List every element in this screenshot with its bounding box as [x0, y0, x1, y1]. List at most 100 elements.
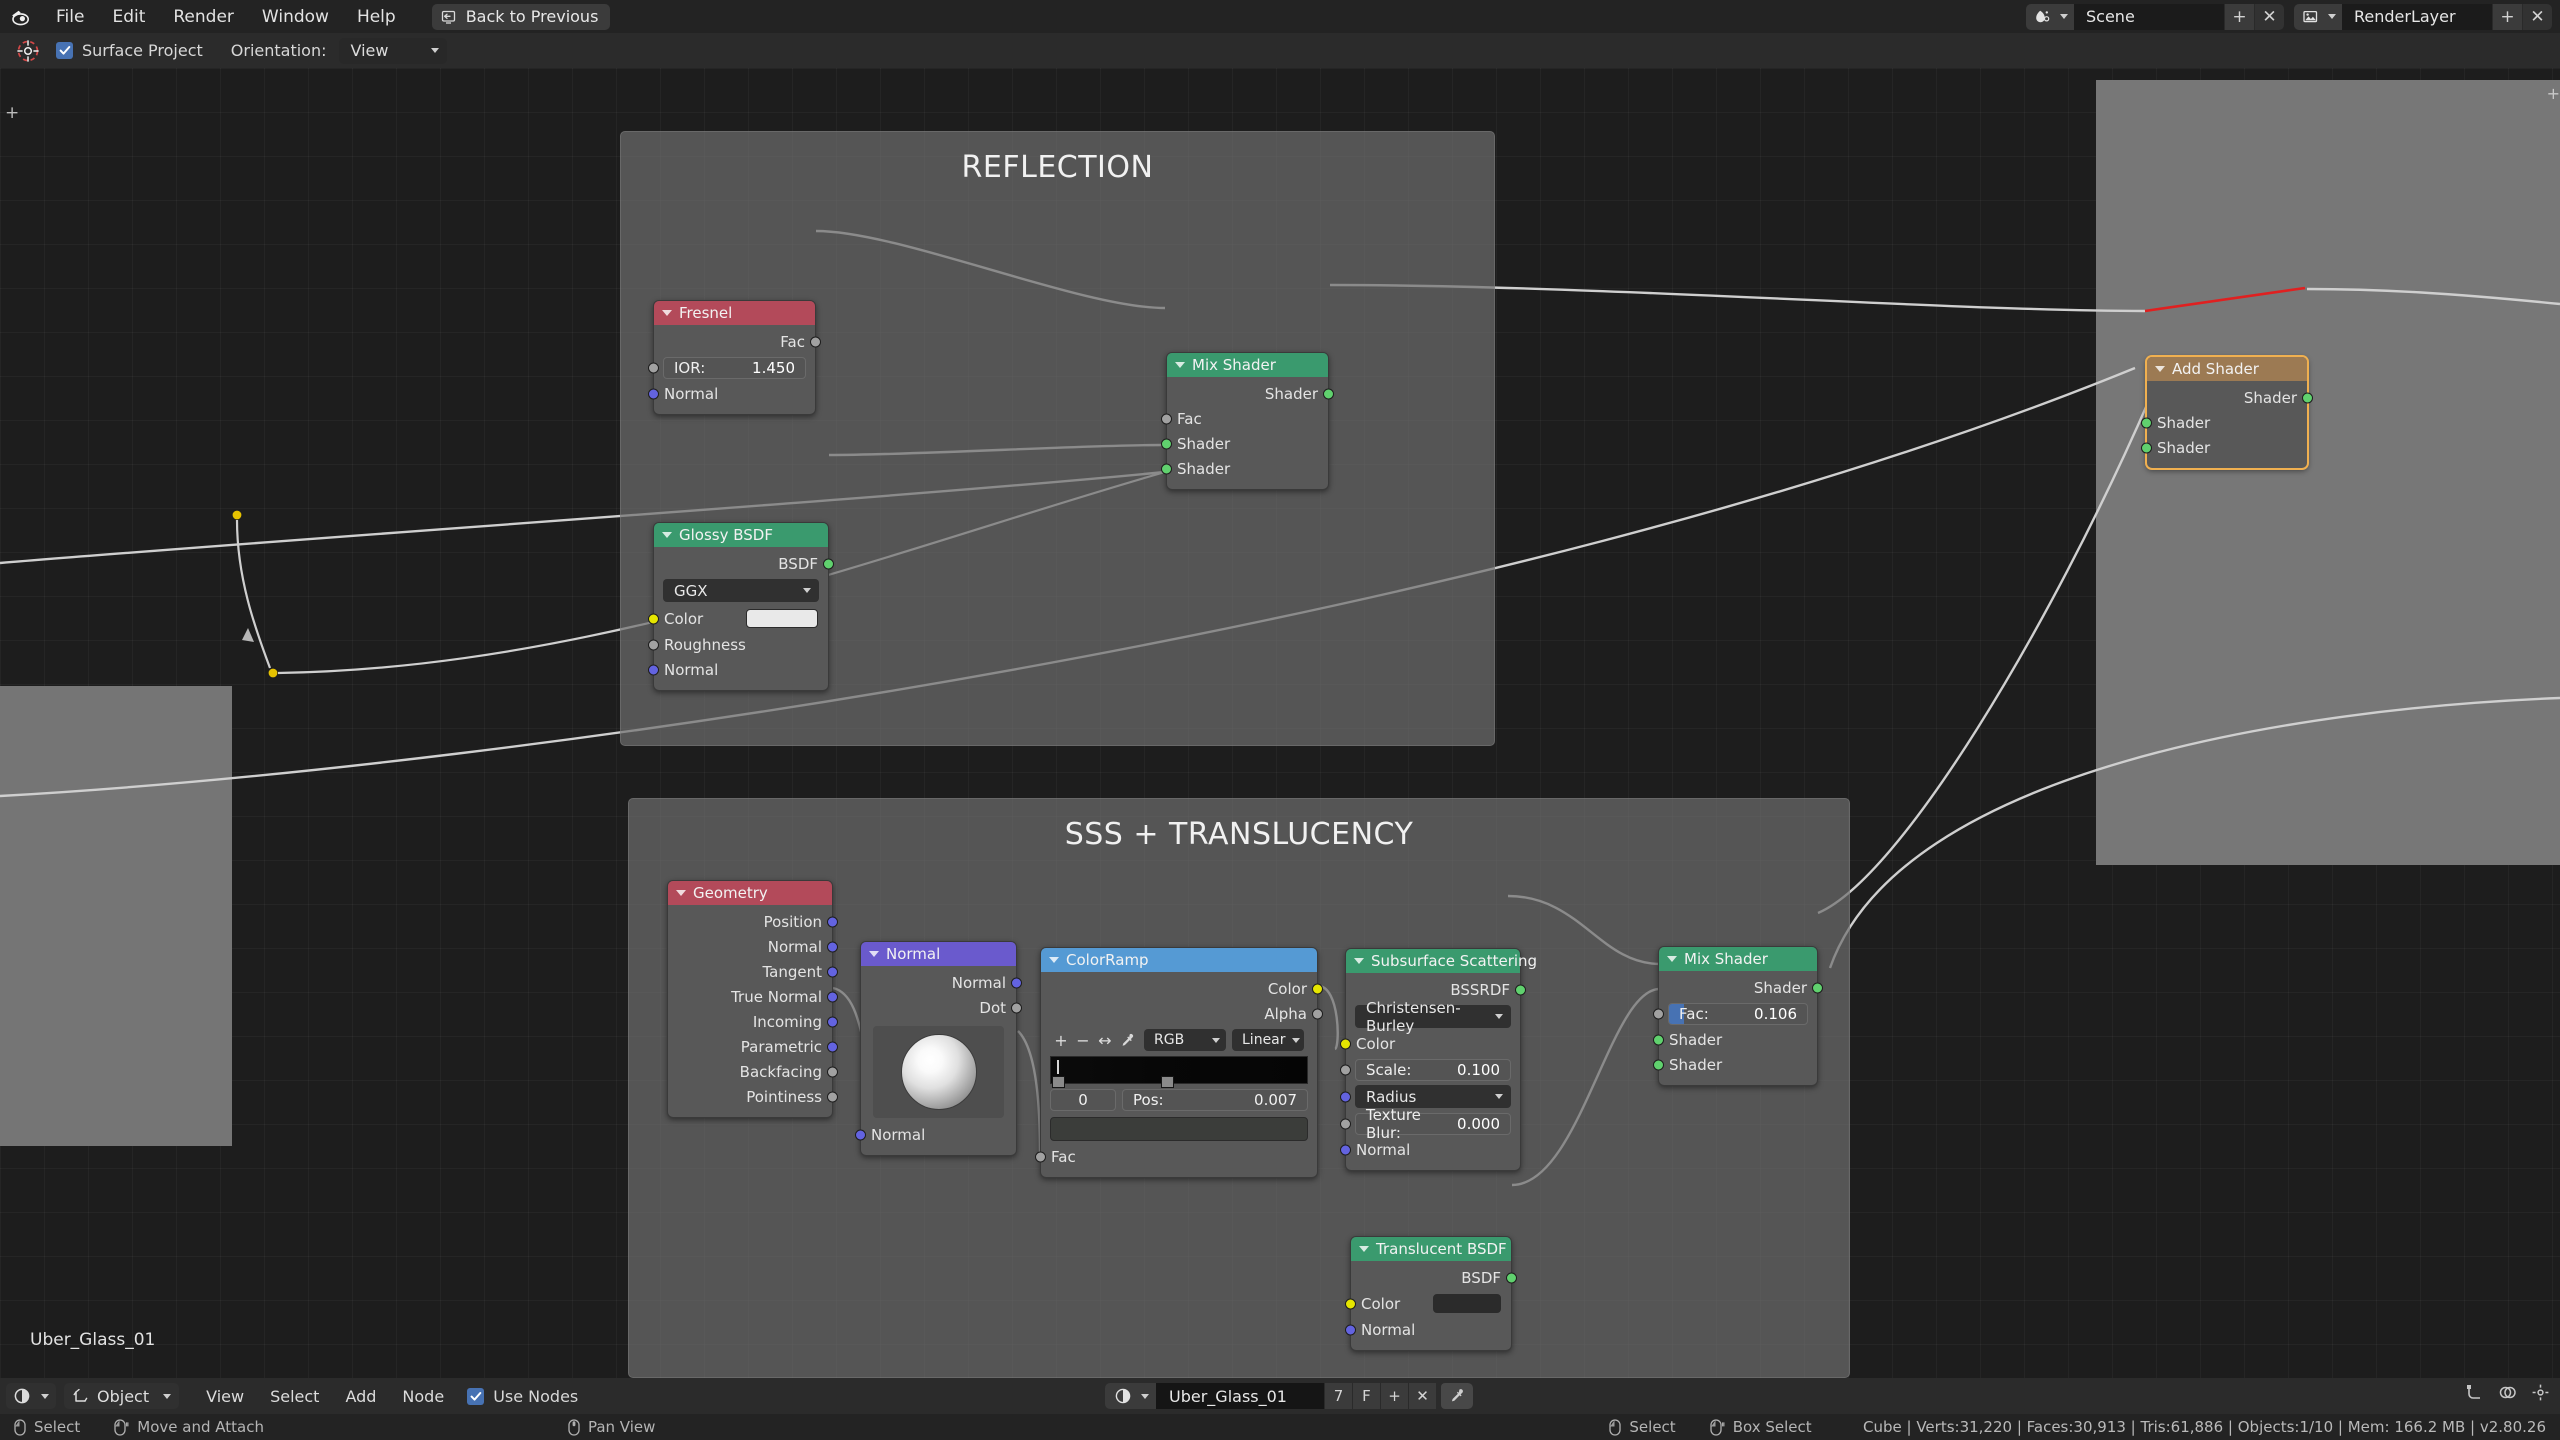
- scene-selector[interactable]: Scene + ✕: [2026, 3, 2284, 30]
- output-shader[interactable]: Shader: [2147, 385, 2313, 410]
- node-glossy-bsdf[interactable]: Glossy BSDF BSDF GGX Color Roughness Nor…: [648, 522, 834, 691]
- socket-in-normal[interactable]: [648, 388, 659, 399]
- translucent-color-swatch[interactable]: [1433, 1294, 1501, 1313]
- collapse-triangle-icon[interactable]: [1667, 956, 1677, 962]
- colorramp-index-field[interactable]: 0: [1050, 1089, 1116, 1111]
- socket-out-parametric[interactable]: [827, 1041, 838, 1052]
- colorramp-pos-field[interactable]: Pos: 0.007: [1122, 1089, 1308, 1111]
- node-normal-header[interactable]: Normal: [861, 942, 1016, 966]
- socket-in-texture-blur[interactable]: [1340, 1118, 1351, 1129]
- node-normal[interactable]: Normal Normal Dot Normal: [855, 941, 1022, 1156]
- input-shader-1[interactable]: Shader: [1653, 1027, 1817, 1052]
- colorramp-mode-dropdown[interactable]: RGB: [1144, 1029, 1226, 1051]
- input-shader-1[interactable]: Shader: [2141, 410, 2307, 435]
- editor-type-dropdown[interactable]: [6, 1383, 56, 1409]
- socket-in-roughness[interactable]: [648, 639, 659, 650]
- menu-window[interactable]: Window: [248, 0, 343, 33]
- socket-in-normal[interactable]: [648, 664, 659, 675]
- socket-in-shader-2[interactable]: [2141, 442, 2152, 453]
- sss-scale-field[interactable]: Scale: 0.100: [1355, 1058, 1511, 1081]
- menu-help[interactable]: Help: [343, 0, 410, 33]
- material-name[interactable]: Uber_Glass_01: [1156, 1383, 1324, 1409]
- collapse-triangle-icon[interactable]: [662, 532, 672, 538]
- mix-bottom-fac-slider[interactable]: Fac: 0.106: [1668, 1002, 1808, 1025]
- editor-menu-select[interactable]: Select: [257, 1387, 332, 1406]
- colorramp-stop-color-swatch[interactable]: [1050, 1117, 1308, 1141]
- socket-out-bsdf[interactable]: [823, 558, 834, 569]
- output-bsdf[interactable]: BSDF: [1351, 1265, 1517, 1290]
- socket-in-shader-1[interactable]: [1161, 438, 1172, 449]
- normal-sphere-icon[interactable]: [900, 1034, 977, 1110]
- sss-texture-blur-field[interactable]: Texture Blur: 0.000: [1355, 1106, 1511, 1142]
- socket-in-normal[interactable]: [855, 1129, 866, 1140]
- output-alpha[interactable]: Alpha: [1041, 1001, 1323, 1026]
- sss-texture-blur-row[interactable]: Texture Blur: 0.000: [1340, 1106, 1520, 1142]
- output-pointiness[interactable]: Pointiness: [668, 1084, 838, 1109]
- socket-in-color[interactable]: [1345, 1298, 1356, 1309]
- scene-name[interactable]: Scene: [2074, 3, 2224, 30]
- node-add-shader-header[interactable]: Add Shader: [2147, 357, 2307, 381]
- output-dot[interactable]: Dot: [861, 995, 1022, 1020]
- material-icon[interactable]: [1105, 1383, 1156, 1409]
- view-layer-add-button[interactable]: +: [2492, 3, 2522, 30]
- eyedropper-icon[interactable]: [1441, 1383, 1473, 1409]
- socket-out-fac[interactable]: [810, 336, 821, 347]
- back-to-previous-button[interactable]: Back to Previous: [431, 3, 611, 30]
- node-fresnel-ior-row[interactable]: IOR: 1.450: [648, 354, 815, 381]
- collapse-triangle-icon[interactable]: [662, 310, 672, 316]
- mix-bottom-fac-row[interactable]: Fac: 0.106: [1653, 1000, 1817, 1027]
- colorramp-interpolation-dropdown[interactable]: Linear: [1232, 1029, 1304, 1051]
- output-incoming[interactable]: Incoming: [668, 1009, 838, 1034]
- output-normal[interactable]: Normal: [861, 970, 1022, 995]
- output-parametric[interactable]: Parametric: [668, 1034, 838, 1059]
- node-colorramp[interactable]: ColorRamp Color Alpha + − ↔ RGB Linear 0…: [1035, 947, 1323, 1178]
- socket-out-bsdf[interactable]: [1506, 1272, 1517, 1283]
- overlay-icon[interactable]: [2498, 1383, 2517, 1402]
- add-stop-icon[interactable]: +: [1050, 1029, 1072, 1051]
- stop-handle[interactable]: [1052, 1076, 1065, 1088]
- input-color[interactable]: Color: [1340, 1031, 1520, 1056]
- input-shader-2[interactable]: Shader: [2141, 435, 2307, 460]
- output-shader[interactable]: Shader: [1659, 975, 1823, 1000]
- input-shader-2[interactable]: Shader: [1161, 456, 1328, 481]
- collapse-triangle-icon[interactable]: [1175, 362, 1185, 368]
- node-mix-shader-top[interactable]: Mix Shader Shader Fac Shader Shader: [1161, 352, 1334, 490]
- stop-handle[interactable]: [1161, 1076, 1174, 1088]
- snap-icon[interactable]: [2465, 1383, 2484, 1402]
- node-glossy-output-bsdf[interactable]: BSDF: [654, 551, 834, 576]
- socket-out-normal[interactable]: [827, 941, 838, 952]
- collapse-triangle-icon[interactable]: [1049, 957, 1059, 963]
- ior-field[interactable]: IOR: 1.450: [663, 356, 806, 379]
- socket-in-scale[interactable]: [1340, 1064, 1351, 1075]
- material-unlink-button[interactable]: ✕: [1408, 1383, 1436, 1409]
- input-shader-1[interactable]: Shader: [1161, 431, 1328, 456]
- socket-in-normal[interactable]: [1345, 1324, 1356, 1335]
- view-layer-name[interactable]: RenderLayer: [2342, 3, 2492, 30]
- editor-menu-node[interactable]: Node: [389, 1387, 457, 1406]
- menu-file[interactable]: File: [42, 0, 98, 33]
- socket-out-true-normal[interactable]: [827, 991, 838, 1002]
- scene-add-button[interactable]: +: [2224, 3, 2254, 30]
- editor-menu-add[interactable]: Add: [332, 1387, 389, 1406]
- socket-out-shader[interactable]: [2302, 392, 2313, 403]
- view-layer-selector[interactable]: RenderLayer + ✕: [2294, 3, 2552, 30]
- socket-in-shader-2[interactable]: [1161, 463, 1172, 474]
- material-new-button[interactable]: +: [1380, 1383, 1408, 1409]
- socket-in-fac[interactable]: [1035, 1151, 1046, 1162]
- socket-out-bssrdf[interactable]: [1515, 984, 1526, 995]
- glossy-color-swatch[interactable]: [746, 609, 818, 628]
- node-fresnel[interactable]: Fresnel Fac IOR: 1.450 Normal: [648, 300, 821, 415]
- socket-out-shader[interactable]: [1323, 388, 1334, 399]
- input-fac[interactable]: Fac: [1035, 1144, 1317, 1169]
- eyedropper-icon[interactable]: [1116, 1029, 1138, 1051]
- socket-out-backfacing[interactable]: [827, 1066, 838, 1077]
- render-layer-icon[interactable]: [2294, 3, 2342, 30]
- socket-in-shader-2[interactable]: [1653, 1059, 1664, 1070]
- collapse-triangle-icon[interactable]: [1359, 1246, 1369, 1252]
- output-shader[interactable]: Shader: [1167, 381, 1334, 406]
- socket-out-tangent[interactable]: [827, 966, 838, 977]
- surface-project-checkbox[interactable]: Surface Project: [56, 41, 203, 60]
- node-sss-header[interactable]: Subsurface Scattering: [1346, 949, 1537, 973]
- node-translucent-header[interactable]: Translucent BSDF: [1351, 1237, 1511, 1261]
- scene-remove-button[interactable]: ✕: [2254, 3, 2284, 30]
